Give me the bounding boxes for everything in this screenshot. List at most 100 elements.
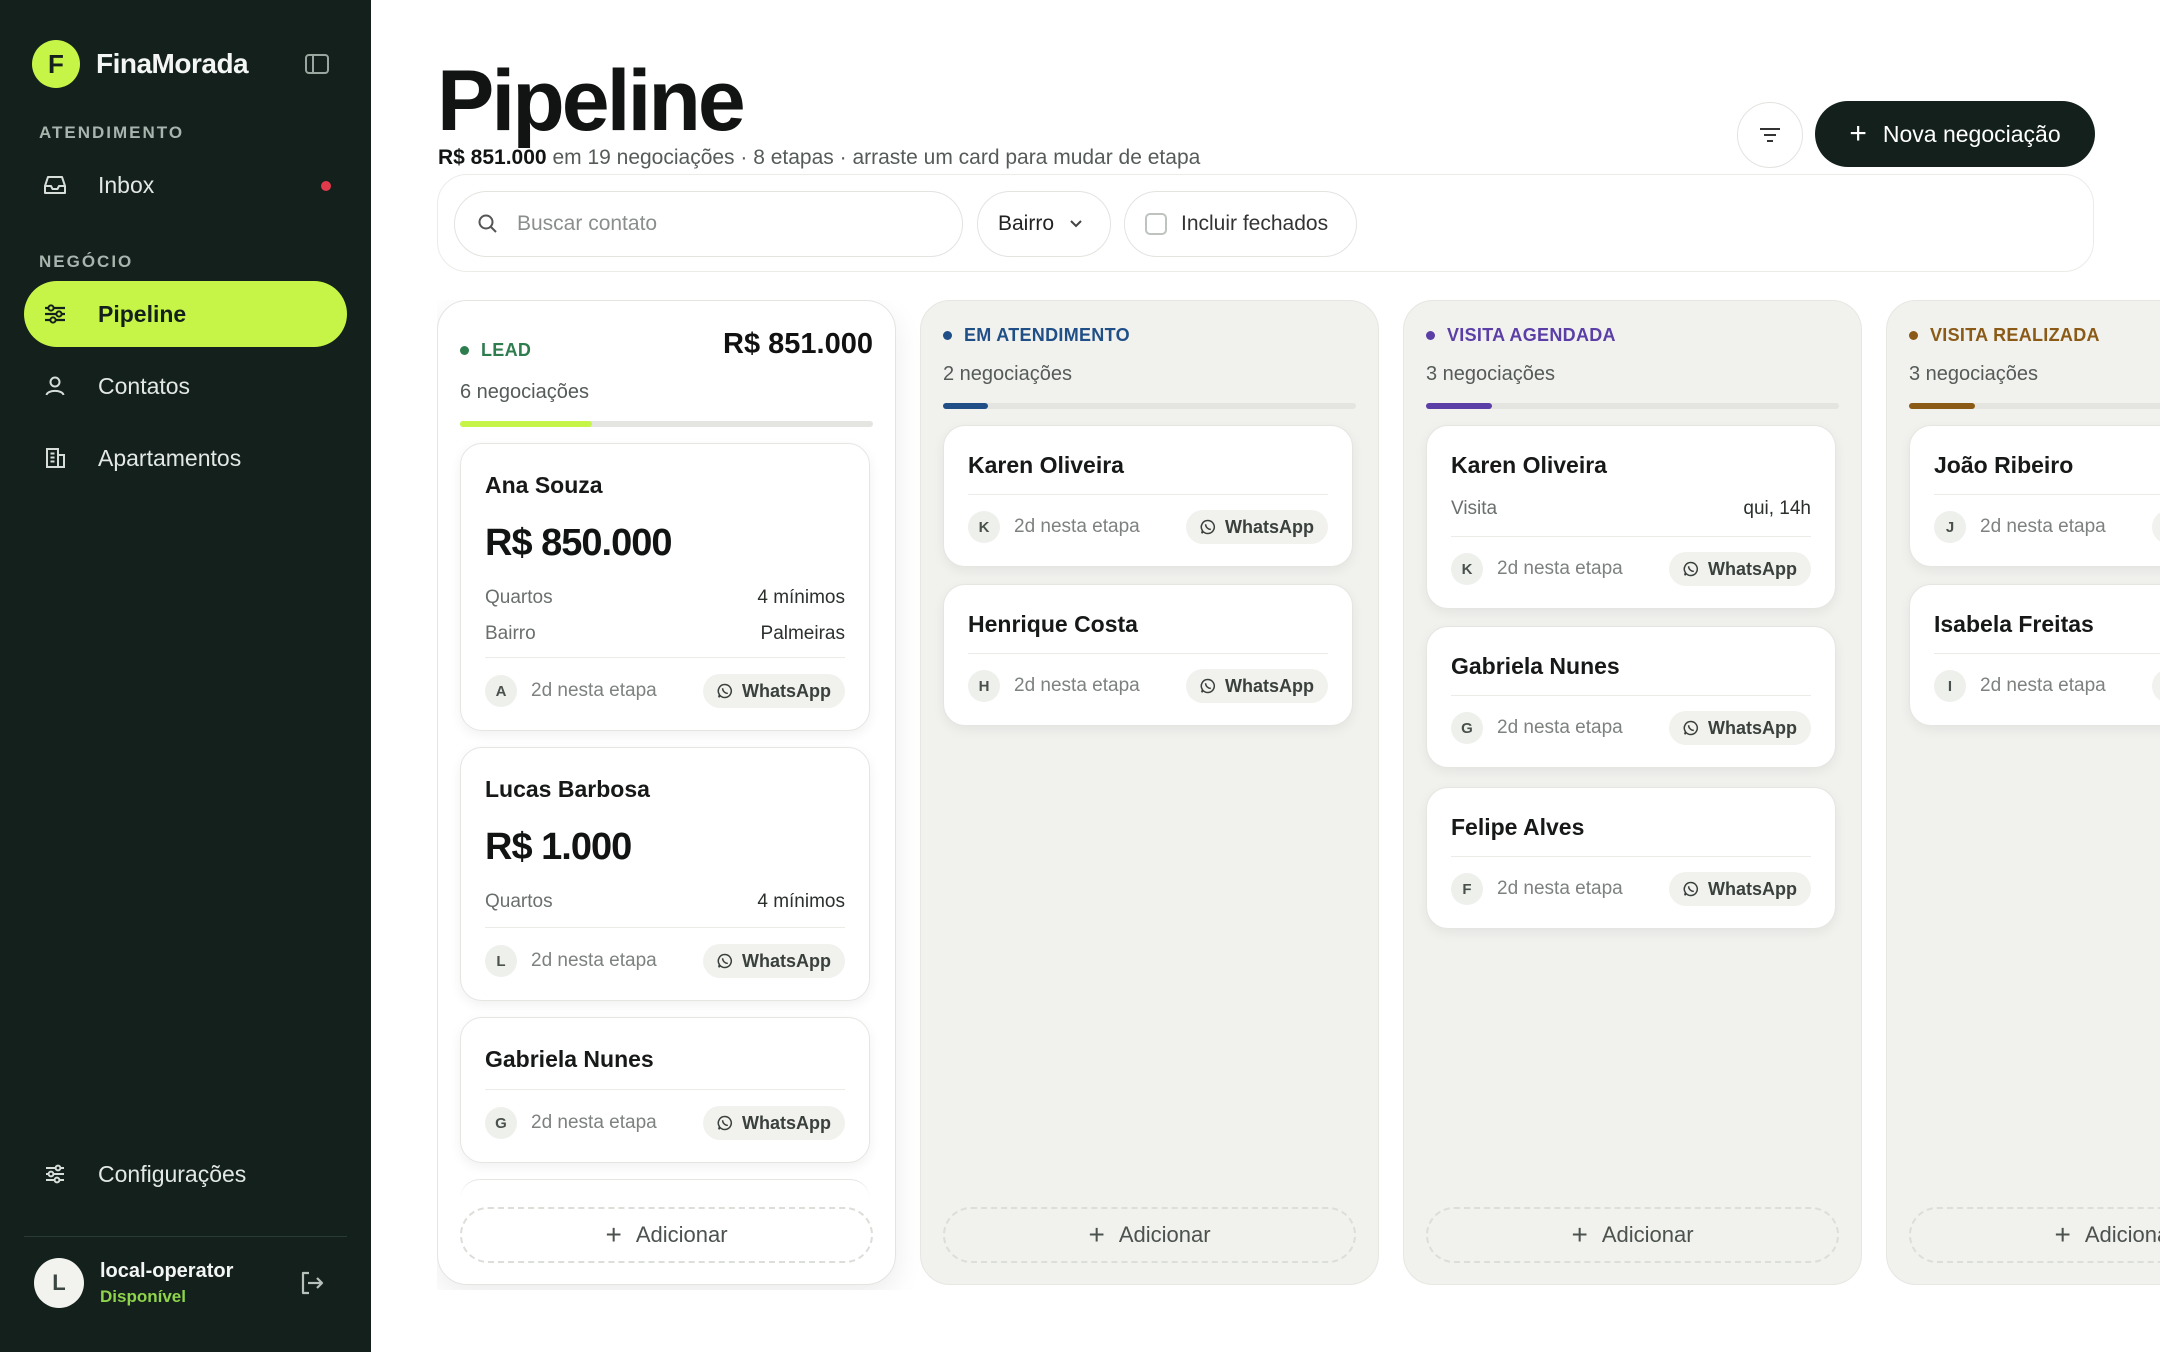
sidebar: F FinaMorada ATENDIMENTO Inbox NEGÓCIO P…: [0, 0, 371, 1352]
add-deal-button[interactable]: + Adicionar: [1909, 1207, 2160, 1263]
column-progress-fill: [460, 421, 593, 427]
add-deal-button[interactable]: + Adicionar: [460, 1207, 873, 1263]
deal-card[interactable]: Felipe Alves F 2d nesta etapa WhatsApp: [1426, 787, 1836, 929]
column-title-text: VISITA REALIZADA: [1930, 325, 2100, 345]
column-visita-realizada[interactable]: VISITA REALIZADA 3 negociações João Ribe…: [1886, 300, 2160, 1285]
search-input[interactable]: [517, 212, 937, 236]
card-days-in-stage: 2d nesta etapa: [531, 680, 657, 701]
deal-card[interactable]: Lucas Barbosa R$ 1.000 Quartos 4 mínimos…: [460, 747, 870, 1001]
user-icon: [40, 371, 70, 401]
search-box[interactable]: [454, 191, 963, 257]
whatsapp-icon: [717, 1115, 733, 1131]
card-detail-value: 4 mínimos: [757, 891, 845, 912]
sidebar-item-pipeline[interactable]: Pipeline: [24, 281, 347, 347]
card-days-in-stage: 2d nesta etapa: [1497, 878, 1623, 899]
whatsapp-button[interactable]: WhatsApp: [1669, 552, 1811, 586]
column-visita-agendada[interactable]: VISITA AGENDADA 3 negociações Karen Oliv…: [1403, 300, 1862, 1285]
whatsapp-button[interactable]: WhatsApp: [2152, 510, 2160, 544]
card-detail-row: Visita qui, 14h: [1451, 498, 1811, 520]
sidebar-item-configuracoes[interactable]: Configurações: [24, 1141, 347, 1207]
card-contact-name: Ana Souza: [485, 472, 603, 498]
card-value: R$ 850.000: [485, 522, 672, 564]
whatsapp-button[interactable]: WhatsApp: [1669, 711, 1811, 745]
include-closed-checkbox[interactable]: [1145, 213, 1167, 235]
stage-dot: [1426, 331, 1435, 340]
add-deal-label: Adicionar: [1118, 1222, 1211, 1247]
brand[interactable]: F FinaMorada: [32, 40, 249, 88]
filter-bar: Bairro Incluir fechados: [437, 174, 2094, 272]
column-lead[interactable]: LEAD R$ 851.000 6 negociações Ana Souza …: [437, 300, 896, 1285]
whatsapp-button[interactable]: WhatsApp: [2152, 669, 2160, 703]
whatsapp-button[interactable]: WhatsApp: [1186, 510, 1328, 544]
card-days-in-stage: 2d nesta etapa: [531, 950, 657, 971]
pipeline-total: R$ 851.000: [438, 146, 547, 169]
column-em-atendimento[interactable]: EM ATENDIMENTO 2 negociações Karen Olive…: [920, 300, 1379, 1285]
card-footer: G 2d nesta etapa WhatsApp: [1451, 711, 1811, 745]
card-days-in-stage: 2d nesta etapa: [1497, 717, 1623, 738]
card-contact-name: Isabela Freitas: [1934, 611, 2094, 637]
sidebar-item-label: Pipeline: [98, 300, 187, 327]
deal-card[interactable]: Henrique Costa H 2d nesta etapa WhatsApp: [943, 584, 1353, 726]
include-closed-toggle[interactable]: Incluir fechados: [1124, 191, 1357, 257]
column-count: 6 negociações: [460, 381, 589, 403]
whatsapp-icon: [1683, 881, 1699, 897]
user-profile[interactable]: L local-operator Disponível: [34, 1258, 233, 1308]
deal-card[interactable]: Gabriela Nunes G 2d nesta etapa WhatsApp: [460, 1017, 870, 1163]
card-days-in-stage: 2d nesta etapa: [1014, 516, 1140, 537]
whatsapp-icon: [717, 683, 733, 699]
card-divider: [1451, 695, 1811, 696]
card-days-in-stage: 2d nesta etapa: [1497, 558, 1623, 579]
new-deal-button[interactable]: + Nova negociação: [1815, 101, 2095, 167]
column-progress: [1909, 403, 2160, 409]
deal-card[interactable]: Karen Oliveira K 2d nesta etapa WhatsApp: [943, 425, 1353, 567]
column-count: 3 negociações: [1426, 363, 1555, 385]
deal-card[interactable]: João Ribeiro J 2d nesta etapa WhatsApp: [1909, 425, 2160, 567]
card-contact-name: Gabriela Nunes: [485, 1046, 654, 1072]
whatsapp-label: WhatsApp: [742, 1112, 831, 1133]
deal-card[interactable]: Ana Souza R$ 850.000 Quartos 4 mínimos B…: [460, 443, 870, 731]
whatsapp-button[interactable]: WhatsApp: [703, 944, 845, 978]
whatsapp-button[interactable]: WhatsApp: [703, 1106, 845, 1140]
add-deal-label: Adicionar: [2084, 1222, 2160, 1247]
column-progress: [943, 403, 1356, 409]
column-count: 3 negociações: [1909, 363, 2038, 385]
deal-card[interactable]: Gabriela Nunes G 2d nesta etapa WhatsApp: [1426, 626, 1836, 768]
sidebar-toggle-icon[interactable]: [300, 50, 334, 78]
column-count: 2 negociações: [943, 363, 1072, 385]
card-footer: J 2d nesta etapa WhatsApp: [1934, 510, 2160, 544]
chevron-down-icon: [1070, 220, 1082, 228]
whatsapp-button[interactable]: WhatsApp: [1669, 872, 1811, 906]
search-icon: [478, 214, 497, 233]
card-days-in-stage: 2d nesta etapa: [1014, 675, 1140, 696]
user-name: local-operator: [100, 1259, 234, 1282]
card-contact-name: Felipe Alves: [1451, 814, 1585, 840]
add-deal-label: Adicionar: [635, 1222, 728, 1247]
sidebar-item-inbox[interactable]: Inbox: [24, 152, 347, 218]
page-subtitle: R$ 851.000 em 19 negociações · 8 etapas …: [438, 146, 1200, 170]
deal-card[interactable]: Isabela Freitas I 2d nesta etapa WhatsAp…: [1909, 584, 2160, 726]
filter-button[interactable]: [1737, 102, 1803, 168]
sidebar-item-label: Configurações: [98, 1160, 247, 1187]
sidebar-divider: [24, 1236, 347, 1237]
card-divider: [485, 1089, 845, 1090]
avatar: A: [485, 675, 517, 707]
whatsapp-icon: [1200, 678, 1216, 694]
sidebar-item-apartamentos[interactable]: Apartamentos: [24, 425, 347, 491]
column-title: LEAD: [460, 340, 531, 361]
card-detail-key: Visita: [1451, 498, 1498, 519]
plus-icon: +: [1571, 1219, 1588, 1250]
whatsapp-button[interactable]: WhatsApp: [703, 674, 845, 708]
card-divider: [1451, 856, 1811, 857]
logout-icon[interactable]: [296, 1267, 328, 1299]
sidebar-item-contatos[interactable]: Contatos: [24, 353, 347, 419]
whatsapp-button[interactable]: WhatsApp: [1186, 669, 1328, 703]
filter-icon: [1760, 128, 1780, 142]
card-detail-row: Bairro Palmeiras: [485, 623, 845, 645]
bairro-select[interactable]: Bairro: [977, 191, 1111, 257]
whatsapp-icon: [717, 953, 733, 969]
add-deal-button[interactable]: + Adicionar: [943, 1207, 1356, 1263]
card-partially-hidden: [460, 1179, 870, 1199]
deal-card[interactable]: Karen Oliveira Visita qui, 14h K 2d nest…: [1426, 425, 1836, 609]
stage-dot: [1909, 331, 1918, 340]
add-deal-button[interactable]: + Adicionar: [1426, 1207, 1839, 1263]
